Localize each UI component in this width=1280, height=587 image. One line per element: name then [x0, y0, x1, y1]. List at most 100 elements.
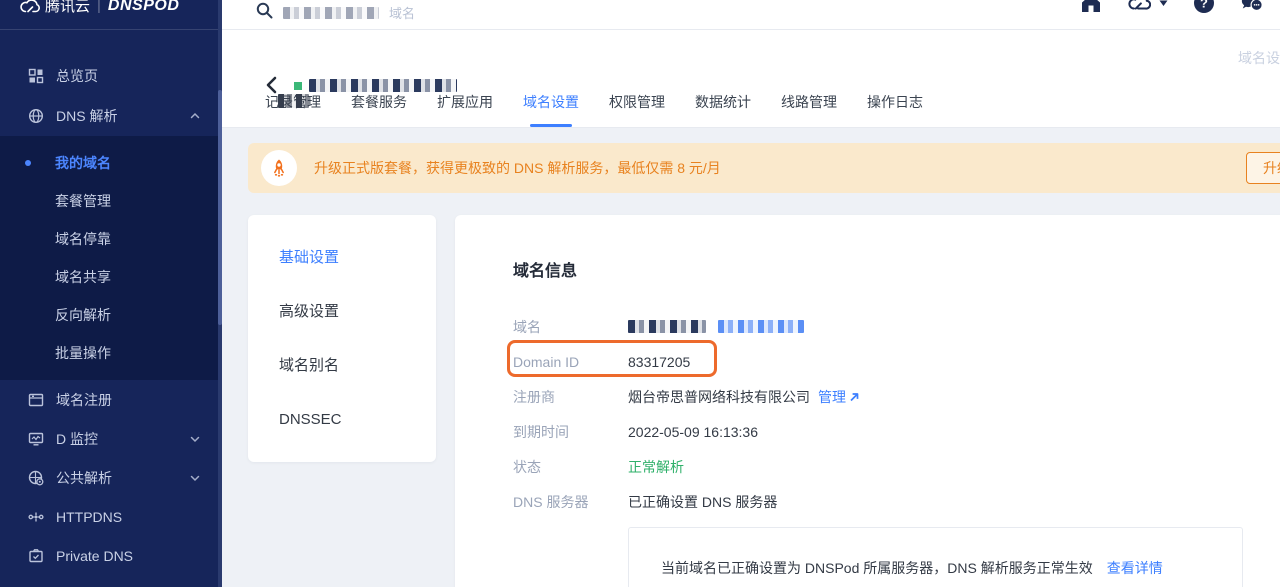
- domain-id-value: 83317205: [628, 354, 690, 370]
- sidebar-subitem-domain-sharing[interactable]: 域名共享: [0, 258, 222, 296]
- globe-gear-icon: [28, 470, 44, 486]
- brand-tencent: 腾讯云: [45, 0, 90, 16]
- subitem-label: 套餐管理: [55, 191, 111, 211]
- sidebar-item-label: D 监控: [56, 429, 98, 449]
- subitem-label: 我的域名: [55, 153, 111, 173]
- sidebar-item-label: 公共解析: [56, 468, 112, 488]
- censored-domain-value: [628, 320, 804, 333]
- search-placeholder-suffix: 域名: [389, 3, 415, 22]
- sidebar-item-label: Private DNS: [56, 548, 133, 564]
- registrar-manage-link[interactable]: 管理: [818, 387, 859, 407]
- sidebar-item-label: 域名注册: [56, 390, 112, 410]
- sidebar-item-label: DNS 解析: [56, 106, 117, 126]
- search-icon: [256, 2, 273, 19]
- settings-menu-card: 基础设置 高级设置 域名别名 DNSSEC: [248, 215, 436, 462]
- censored-search-text: [283, 7, 379, 19]
- sidebar-item-public-dns[interactable]: 公共解析: [0, 458, 222, 497]
- expire-value: 2022-05-09 16:13:36: [628, 424, 758, 440]
- sidebar-subitem-batch-operations[interactable]: 批量操作: [0, 334, 222, 372]
- sidebar: 腾讯云 | DNSPOD 总览页 DNS 解析 我的域名 套餐管理 域名停靠 域…: [0, 0, 222, 587]
- logo-divider: |: [97, 0, 101, 14]
- brand-logo[interactable]: 腾讯云 | DNSPOD: [0, 0, 222, 30]
- row-label: 状态: [513, 457, 628, 477]
- dns-server-value: 已正确设置 DNS 服务器: [628, 492, 777, 512]
- row-domain: 域名: [513, 309, 1280, 344]
- node-link-icon: [28, 509, 44, 525]
- sidebar-subitem-plan-management[interactable]: 套餐管理: [0, 182, 222, 220]
- menu-item-domain-alias[interactable]: 域名别名: [248, 339, 436, 393]
- row-label: 到期时间: [513, 422, 628, 442]
- tab-label: 域名设置: [523, 94, 579, 110]
- monitor-icon: [28, 431, 44, 447]
- corner-help-link[interactable]: 域名设置: [1238, 48, 1280, 68]
- help-icon[interactable]: ?: [1192, 0, 1216, 15]
- tab-operation-logs[interactable]: 操作日志: [867, 92, 923, 127]
- sidebar-item-overview[interactable]: 总览页: [0, 56, 222, 96]
- rocket-icon: [269, 158, 289, 178]
- upgrade-button[interactable]: 升级: [1246, 152, 1280, 184]
- tab-extensions[interactable]: 扩展应用: [437, 92, 493, 127]
- menu-item-basic-settings[interactable]: 基础设置: [248, 231, 436, 285]
- row-expire: 到期时间 2022-05-09 16:13:36: [513, 414, 1280, 449]
- chevron-down-icon: [190, 473, 200, 483]
- safebox-icon: [28, 548, 44, 564]
- status-value: 正常解析: [628, 457, 684, 477]
- sidebar-item-domain-registration[interactable]: 域名注册: [0, 380, 222, 419]
- main-content: 升级正式版套餐，获得更极致的 DNS 解析服务，最低仅需 8 元/月 升级 基础…: [222, 128, 1280, 587]
- brand-dnspod: DNSPOD: [108, 0, 179, 15]
- tab-plan-services[interactable]: 套餐服务: [351, 92, 407, 127]
- subitem-label: 反向解析: [55, 305, 111, 325]
- tab-line-management[interactable]: 线路管理: [781, 92, 837, 127]
- row-label: 域名: [513, 317, 628, 337]
- dns-status-notice-box: 当前域名已正确设置为 DNSPod 所属服务器，DNS 解析服务正常生效 查看详…: [628, 527, 1243, 587]
- cloud-console-icon[interactable]: [1127, 0, 1151, 15]
- sidebar-item-dns[interactable]: DNS 解析: [0, 96, 222, 136]
- censor-patch: [278, 94, 309, 108]
- sidebar-item-private-dns[interactable]: Private DNS: [0, 536, 222, 575]
- search-input[interactable]: 域名: [256, 3, 415, 22]
- row-label: Domain ID: [513, 354, 628, 370]
- tab-records[interactable]: 记录管理: [265, 92, 321, 127]
- domain-info-title: 域名信息: [513, 257, 1280, 281]
- banner-message: 升级正式版套餐，获得更极致的 DNS 解析服务，最低仅需 8 元/月: [314, 158, 721, 178]
- sidebar-item-label: HTTPDNS: [56, 509, 122, 525]
- row-dns-server: DNS 服务器 已正确设置 DNS 服务器: [513, 484, 1280, 519]
- chevron-up-icon: [190, 111, 200, 121]
- row-domain-id: Domain ID 83317205: [513, 344, 1280, 379]
- tab-label: 线路管理: [781, 94, 837, 110]
- tab-permissions[interactable]: 权限管理: [609, 92, 665, 127]
- page-header: 域名设置 记录管理 套餐服务 扩展应用 域名设置 权限管理 数据统计 线路管理 …: [222, 30, 1280, 128]
- row-label: 注册商: [513, 387, 628, 407]
- chevron-down-icon: [190, 434, 200, 444]
- subitem-label: 域名停靠: [55, 229, 111, 249]
- row-status: 状态 正常解析: [513, 449, 1280, 484]
- svg-text:?: ?: [1200, 0, 1208, 11]
- notice-text: 当前域名已正确设置为 DNSPod 所属服务器，DNS 解析服务正常生效: [661, 558, 1093, 578]
- subitem-label: 域名共享: [55, 267, 111, 287]
- home-icon[interactable]: [1079, 0, 1103, 15]
- tab-domain-settings[interactable]: 域名设置: [523, 92, 579, 127]
- view-details-link[interactable]: 查看详情: [1107, 558, 1163, 578]
- external-link-icon: [849, 392, 859, 402]
- sidebar-subitem-my-domains[interactable]: 我的域名: [0, 144, 222, 182]
- rocket-icon-circle: [261, 150, 297, 186]
- tabs-bar: 记录管理 套餐服务 扩展应用 域名设置 权限管理 数据统计 线路管理 操作日志: [265, 92, 923, 127]
- censored-domain-title: [294, 79, 457, 92]
- menu-item-dnssec[interactable]: DNSSEC: [248, 393, 436, 447]
- tab-label: 扩展应用: [437, 94, 493, 110]
- dns-submenu: 我的域名 套餐管理 域名停靠 域名共享 反向解析 批量操作: [0, 136, 222, 380]
- globe-icon: [28, 108, 44, 124]
- topbar: 域名 ?: [222, 0, 1280, 30]
- menu-item-advanced-settings[interactable]: 高级设置: [248, 285, 436, 339]
- tab-label: 数据统计: [695, 94, 751, 110]
- sidebar-subitem-domain-parking[interactable]: 域名停靠: [0, 220, 222, 258]
- tab-label: 操作日志: [867, 94, 923, 110]
- chat-icon[interactable]: [1240, 0, 1264, 15]
- sidebar-item-d-monitor[interactable]: D 监控: [0, 419, 222, 458]
- caret-down-icon[interactable]: [1159, 0, 1168, 7]
- tab-statistics[interactable]: 数据统计: [695, 92, 751, 127]
- registrar-value: 烟台帝思普网络科技有限公司: [628, 387, 810, 407]
- subitem-label: 批量操作: [55, 343, 111, 363]
- sidebar-subitem-reverse-dns[interactable]: 反向解析: [0, 296, 222, 334]
- sidebar-item-httpdns[interactable]: HTTPDNS: [0, 497, 222, 536]
